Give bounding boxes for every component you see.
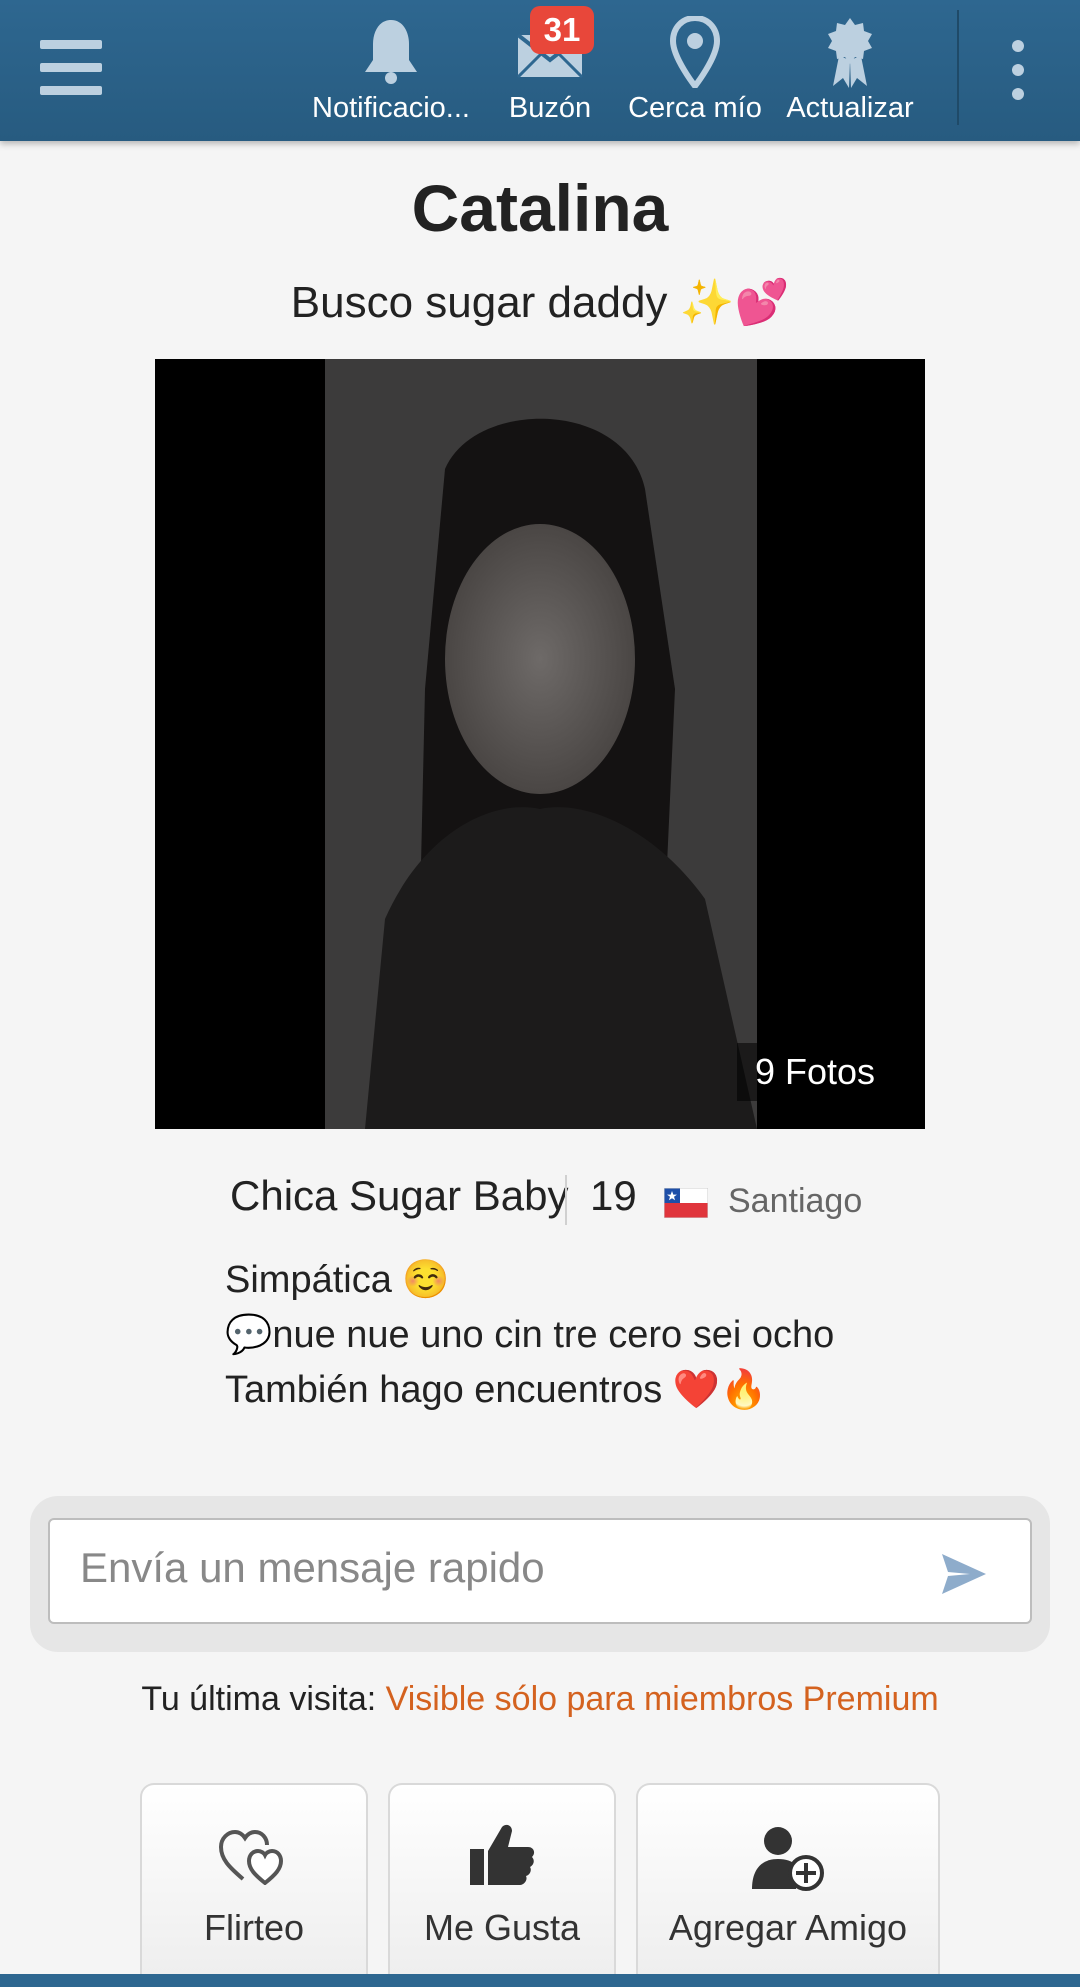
menu-icon[interactable]: [40, 40, 102, 102]
bio-line: 💬nue nue uno cin tre cero sei ocho: [225, 1314, 835, 1356]
bell-icon: [361, 16, 421, 91]
premium-only-link[interactable]: Visible sólo para miembros Premium: [386, 1680, 939, 1718]
flirt-label: Flirteo: [203, 1907, 305, 1948]
add-friend-icon: [752, 1825, 824, 1896]
last-visit: Tu última visita: Visible sólo para miem…: [0, 1680, 1080, 1719]
profile-city: Santiago: [728, 1182, 863, 1220]
flirt-button[interactable]: Flirteo: [140, 1783, 368, 1987]
thumbs-up-icon: [468, 1823, 536, 1892]
quick-message-input[interactable]: [48, 1518, 1032, 1624]
bio-line: También hago encuentros ❤️🔥: [225, 1369, 768, 1411]
map-pin-icon: [669, 14, 721, 93]
send-icon[interactable]: [940, 1552, 988, 1596]
nav-upgrade[interactable]: Actualizar: [775, 0, 925, 141]
nav-nearby[interactable]: Cerca mío: [620, 0, 770, 141]
nav-notifications-label: Notificacio...: [312, 92, 470, 124]
photo-count-label[interactable]: 9 Fotos: [736, 1043, 893, 1101]
nav-notifications[interactable]: Notificacio...: [300, 0, 482, 141]
profile-info-row: Chica Sugar Baby 19 Santiago: [0, 1172, 1080, 1232]
profile-photo-image: [325, 359, 757, 1129]
nav-nearby-label: Cerca mío: [628, 92, 762, 124]
like-button[interactable]: Me Gusta: [388, 1783, 616, 1987]
nav-inbox-label: Buzón: [508, 92, 592, 124]
flag-chile-icon: [663, 1187, 709, 1219]
inbox-unread-badge: 31: [530, 6, 594, 54]
top-nav-bar: Notificacio... Buzón 31 Cerca mío Actual…: [0, 0, 1080, 141]
profile-type: Chica Sugar Baby: [230, 1172, 569, 1219]
add-friend-button[interactable]: Agregar Amigo: [636, 1783, 940, 1987]
profile-bio: Simpática ☺️ 💬nue nue uno cin tre cero s…: [225, 1253, 834, 1418]
bio-line: Simpática ☺️: [225, 1259, 450, 1301]
hearts-icon: [218, 1829, 289, 1890]
more-options-icon[interactable]: [1000, 40, 1036, 100]
bottom-bar-edge: [0, 1974, 1080, 1987]
like-label: Me Gusta: [423, 1907, 581, 1948]
last-visit-label: Tu última visita:: [141, 1680, 386, 1718]
profile-age: 19: [590, 1172, 637, 1219]
add-friend-label: Agregar Amigo: [668, 1907, 908, 1948]
info-divider: [565, 1175, 567, 1225]
nav-upgrade-label: Actualizar: [786, 92, 914, 124]
profile-photo[interactable]: 9 Fotos: [155, 359, 925, 1129]
profile-headline: Busco sugar daddy ✨💕: [290, 278, 790, 327]
award-ribbon-icon: [825, 16, 875, 93]
nav-divider: [957, 10, 959, 125]
quick-message-box: [30, 1496, 1050, 1652]
profile-name: Catalina: [411, 171, 669, 245]
